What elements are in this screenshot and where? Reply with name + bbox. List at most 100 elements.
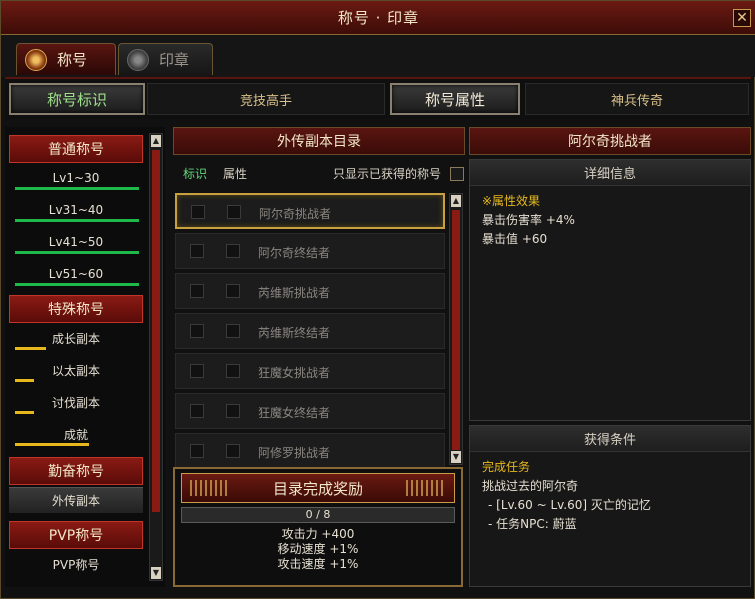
tab-title[interactable]: 称号 (16, 43, 116, 75)
sidebar-item-label: 外传副本 (51, 494, 100, 508)
sidebar-item-raid-dungeon[interactable]: 讨伐副本 (9, 389, 143, 415)
sidebar-item-lv1-30[interactable]: Lv1~30 (9, 165, 143, 191)
seal-emblem-icon (127, 48, 149, 71)
progress-bar (15, 379, 34, 382)
title-window: 称号 · 印章 ✕ 称号 印章 称号标识 竞技高手 称号属性 神兵传奇 普通称号… (0, 0, 755, 599)
scroll-thumb[interactable] (452, 210, 460, 450)
main-tab-bar: 称号 印章 (1, 35, 755, 77)
attribute-checkbox[interactable] (226, 444, 240, 458)
progress-bar (15, 251, 139, 254)
attribute-checkbox[interactable] (227, 205, 241, 219)
sidebar-item-label: Lv1~30 (52, 171, 100, 185)
sidebar-item-lv41-50[interactable]: Lv41~50 (9, 229, 143, 255)
condition-heading: 完成任务 (482, 460, 531, 474)
sidebar-item-ether-dungeon[interactable]: 以太副本 (9, 357, 143, 383)
attribute-checkbox[interactable] (226, 404, 240, 418)
attribute-checkbox[interactable] (226, 244, 240, 258)
mark-checkbox[interactable] (190, 364, 204, 378)
subtab-label: 竞技高手 (239, 93, 292, 109)
progress-bar (15, 219, 139, 222)
sidebar-item-label: Lv31~40 (48, 203, 104, 217)
sidebar-scrollbar[interactable]: ▲ ▼ (149, 133, 163, 581)
show-obtained-checkbox[interactable] (450, 167, 464, 181)
subtab-arena-master[interactable]: 竞技高手 (147, 83, 385, 115)
mark-checkbox[interactable] (190, 404, 204, 418)
subtab-label: 神兵传奇 (610, 93, 663, 109)
title-row[interactable]: 狂魔女挑战者 (175, 353, 445, 389)
attribute-checkbox[interactable] (226, 364, 240, 378)
sidebar-item-label: 成长副本 (51, 331, 100, 346)
title-row-name: 阿尔奇挑战者 (259, 207, 332, 221)
category-normal-title[interactable]: 普通称号 (9, 135, 143, 163)
attribute-checkbox[interactable] (226, 324, 240, 338)
subtab-divine-weapon[interactable]: 神兵传奇 (525, 83, 749, 115)
title-row-name: 芮维斯终结者 (258, 326, 331, 340)
sidebar-item-pvp-title[interactable]: PVP称号 (9, 551, 143, 577)
attribute-checkbox[interactable] (226, 284, 240, 298)
scroll-up-icon[interactable]: ▲ (151, 135, 161, 147)
progress-bar (15, 347, 46, 350)
tab-seal-label: 印章 (159, 51, 190, 69)
scroll-thumb[interactable] (152, 150, 160, 512)
column-attribute: 属性 (223, 167, 248, 181)
detail-info-header: 详细信息 (470, 160, 750, 186)
title-row[interactable]: 阿修罗挑战者 (175, 433, 445, 469)
sidebar-item-label: 成就 (63, 427, 88, 442)
title-list-panel: 外传副本目录 标识 属性 只显示已获得的称号 阿尔奇挑战者 阿尔奇终结者芮维斯挑战… (171, 127, 465, 587)
sidebar-item-achievement[interactable]: 成就 (9, 421, 143, 447)
list-header: 外传副本目录 (173, 127, 465, 155)
progress-text: 0 / 8 (305, 508, 331, 521)
subtab-label: 称号标识 (46, 90, 107, 109)
window-titlebar[interactable]: 称号 · 印章 ✕ (1, 1, 755, 35)
progress-bar (15, 443, 89, 446)
title-row-name: 阿修罗挑战者 (258, 446, 331, 460)
sidebar-item-label: 讨伐副本 (51, 395, 100, 410)
sidebar-item-side-story-dungeon[interactable]: 外传副本 (9, 487, 143, 513)
tab-seal[interactable]: 印章 (118, 43, 213, 75)
mark-checkbox[interactable] (190, 284, 204, 298)
sidebar-item-lv51-60[interactable]: Lv51~60 (9, 261, 143, 287)
sidebar-item-label: Lv41~50 (48, 235, 104, 249)
title-detail-panel: 阿尔奇挑战者 详细信息 ※属性效果 暴击伤害率 +4% 暴击值 +60 获得条件… (469, 127, 752, 587)
title-row-name: 狂魔女终结者 (258, 406, 331, 420)
subtab-title-attributes[interactable]: 称号属性 (390, 83, 520, 115)
title-row[interactable]: 芮维斯挑战者 (175, 273, 445, 309)
title-row[interactable]: 芮维斯终结者 (175, 313, 445, 349)
subtab-label: 称号属性 (424, 90, 485, 109)
completion-reward-button[interactable]: 目录完成奖励 (181, 473, 455, 503)
mark-checkbox[interactable] (190, 244, 204, 258)
scroll-up-icon[interactable]: ▲ (451, 195, 461, 207)
condition-line: - 任务NPC: 蔚蓝 (488, 517, 577, 531)
list-scrollbar[interactable]: ▲ ▼ (449, 193, 463, 465)
title-row-name: 阿尔奇终结者 (258, 246, 331, 260)
scroll-down-icon[interactable]: ▼ (151, 567, 161, 579)
attr-line: 暴击伤害率 +4% (482, 213, 575, 227)
reward-stat: 攻击速度 +1% (277, 557, 359, 571)
acquire-condition-box: 获得条件 完成任务 挑战过去的阿尔奇 - [Lv.60 ~ Lv.60] 灭亡的… (469, 425, 751, 587)
mark-checkbox[interactable] (190, 324, 204, 338)
show-obtained-label: 只显示已获得的称号 (333, 167, 442, 181)
sidebar-item-label: Lv51~60 (48, 267, 104, 281)
attr-effect-heading: ※属性效果 (482, 194, 541, 208)
column-mark: 标识 (183, 167, 208, 181)
sidebar-item-lv31-40[interactable]: Lv31~40 (9, 197, 143, 223)
mark-checkbox[interactable] (190, 444, 204, 458)
category-diligent-title[interactable]: 勤奋称号 (9, 457, 143, 485)
title-row[interactable]: 阿尔奇终结者 (175, 233, 445, 269)
category-pvp-title[interactable]: PVP称号 (9, 521, 143, 549)
condition-line: - [Lv.60 ~ Lv.60] 灭亡的记忆 (488, 498, 651, 512)
title-row[interactable]: 阿尔奇挑战者 (175, 193, 445, 229)
acquire-condition-header: 获得条件 (470, 426, 750, 452)
category-special-title[interactable]: 特殊称号 (9, 295, 143, 323)
close-button[interactable]: ✕ (733, 9, 751, 27)
sub-tab-bar: 称号标识 竞技高手 称号属性 神兵传奇 (5, 77, 751, 119)
attr-line: 暴击值 +60 (482, 232, 548, 246)
category-sidebar: 普通称号 Lv1~30 Lv31~40 Lv41~50 Lv51~60 特殊称号… (5, 127, 165, 587)
mark-checkbox[interactable] (191, 205, 205, 219)
tab-title-label: 称号 (57, 51, 88, 69)
subtab-title-mark[interactable]: 称号标识 (9, 83, 145, 115)
reward-progress-bar: 0 / 8 (181, 507, 455, 523)
scroll-down-icon[interactable]: ▼ (451, 451, 461, 463)
title-row[interactable]: 狂魔女终结者 (175, 393, 445, 429)
sidebar-item-growth-dungeon[interactable]: 成长副本 (9, 325, 143, 351)
